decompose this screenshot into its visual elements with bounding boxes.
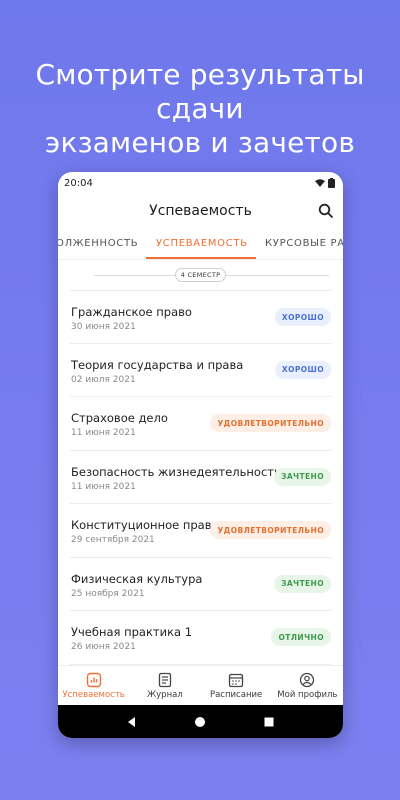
grade-badge: ОТЛИЧНО — [271, 628, 331, 646]
app-bar: Успеваемость — [58, 194, 343, 228]
list-item[interactable]: Физическая культура 25 ноября 2021 ЗАЧТЕ… — [70, 558, 331, 611]
exam-date: 11 июня 2021 — [71, 481, 136, 492]
promo-heading: Смотрите результаты сдачи экзаменов и за… — [0, 58, 400, 160]
semester-divider: 4 СЕМЕСТР — [58, 260, 343, 290]
phone-screen: 20:04 Успеваемость ОЛЖЕННОСТЬ УСПЕВАЕМОС… — [58, 172, 343, 738]
semester-label: 4 СЕМЕСТР — [174, 268, 227, 282]
grade-badge: ХОРОШО — [274, 308, 331, 326]
grade-badge: ЗАЧТЕНО — [274, 467, 331, 486]
recents-icon[interactable] — [263, 716, 275, 728]
exam-date: 11 июня 2021 — [71, 428, 136, 438]
exam-date: 30 июня 2021 — [71, 322, 136, 332]
tab-bar: ОЛЖЕННОСТЬ УСПЕВАЕМОСТЬ КУРСОВЫЕ РА — [58, 228, 343, 260]
grade-badge: ХОРОШО — [274, 360, 331, 379]
subject-name: Гражданское право — [71, 305, 192, 319]
subject-name: Конституционное право — [71, 518, 219, 532]
chart-icon — [86, 672, 101, 688]
tab-performance[interactable]: УСПЕВАЕМОСТЬ — [156, 238, 248, 249]
list-item[interactable]: Конституционное право 29 сентября 2021 У… — [70, 504, 331, 558]
home-icon[interactable] — [194, 716, 206, 728]
nav-label: Успеваемость — [62, 690, 125, 700]
grade-badge: УДОВЛЕТВОРИТЕЛЬНО — [210, 414, 331, 432]
subject-name: Безопасность жизнедеятельности — [71, 464, 282, 479]
grade-badge: УДОВЛЕТВОРИТЕЛЬНО — [210, 521, 331, 539]
list-item[interactable]: Безопасность жизнедеятельности 11 июня 2… — [70, 451, 331, 504]
page-title: Успеваемость — [149, 203, 252, 219]
subject-name: Учебная практика 1 — [71, 625, 193, 639]
back-icon[interactable] — [126, 716, 138, 728]
promo-line-1: Смотрите результаты сдачи — [35, 58, 365, 125]
list-item[interactable]: Учебная практика 1 26 июня 2021 ОТЛИЧНО — [70, 611, 331, 665]
status-time: 20:04 — [64, 177, 93, 189]
bottom-navigation: Успеваемость Журнал Расписание Мой профи… — [58, 665, 343, 705]
status-icons — [315, 178, 335, 188]
subject-name: Теория государства и права — [71, 357, 244, 372]
exam-date: 29 сентября 2021 — [71, 535, 155, 545]
wifi-icon — [315, 178, 325, 187]
calendar-icon — [228, 673, 244, 688]
status-bar: 20:04 — [58, 172, 343, 194]
nav-label: Расписание — [209, 690, 263, 700]
system-navigation-bar — [58, 705, 343, 738]
nav-item-profile[interactable]: Мой профиль — [272, 666, 343, 705]
exam-date: 25 ноября 2021 — [71, 588, 145, 599]
list-item[interactable]: Теория государства и права 02 июля 2021 … — [70, 344, 331, 397]
subject-name: Страховое дело — [71, 411, 168, 425]
subject-name: Физическая культура — [71, 571, 203, 586]
exam-date: 26 июня 2021 — [71, 642, 136, 652]
nav-label: Журнал — [146, 690, 183, 700]
nav-item-performance[interactable]: Успеваемость — [58, 666, 129, 705]
grades-list: Гражданское право 30 июня 2021 ХОРОШО Те… — [58, 290, 343, 665]
nav-item-schedule[interactable]: Расписание — [201, 666, 272, 705]
search-icon[interactable] — [317, 202, 335, 220]
battery-icon — [328, 178, 335, 188]
journal-icon — [158, 672, 172, 688]
list-item[interactable]: Гражданское право 30 июня 2021 ХОРОШО — [70, 290, 331, 344]
list-item[interactable]: Страховое дело 11 июня 2021 УДОВЛЕТВОРИТ… — [70, 397, 331, 451]
promo-line-2: экзаменов и зачетов — [44, 126, 356, 159]
tab-active-indicator — [146, 257, 256, 259]
exam-date: 02 июля 2021 — [71, 374, 136, 385]
nav-item-journal[interactable]: Журнал — [129, 666, 200, 705]
nav-label: Мой профиль — [277, 690, 338, 700]
grade-badge: ЗАЧТЕНО — [274, 574, 331, 593]
tab-coursework[interactable]: КУРСОВЫЕ РА — [265, 238, 343, 249]
profile-icon — [300, 672, 315, 688]
tab-attendance[interactable]: ОЛЖЕННОСТЬ — [58, 238, 138, 249]
